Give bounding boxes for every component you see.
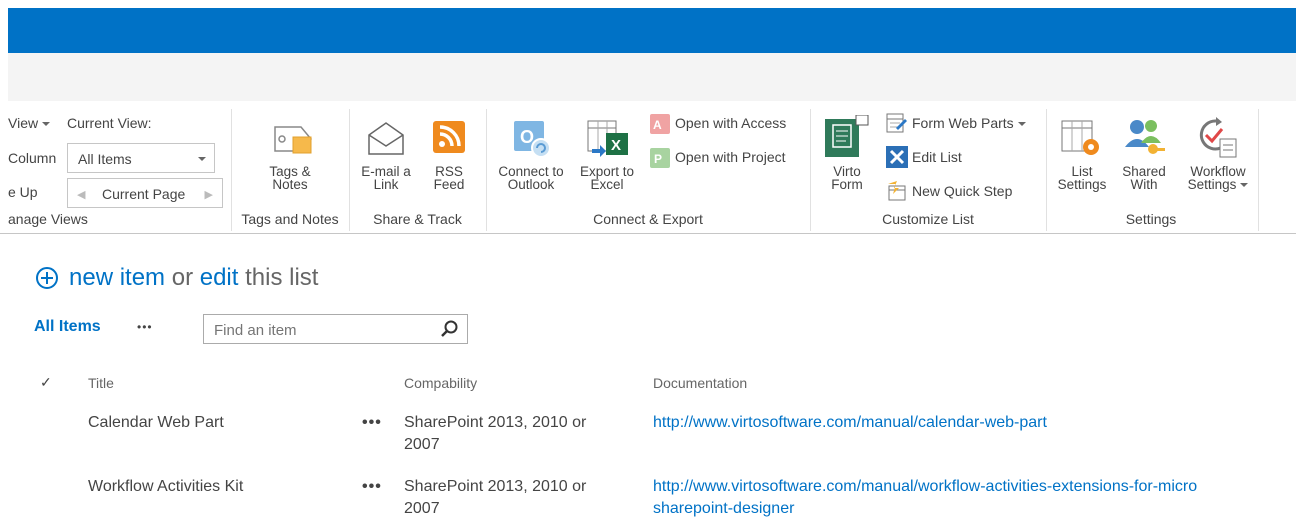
tags-notes-button[interactable]: Tags & Notes [258,165,322,192]
current-view-label: Current View: [67,115,152,131]
rss-icon [433,121,465,158]
form-web-parts-menu[interactable]: Form Web Parts [912,116,1026,131]
add-icon[interactable] [35,266,59,295]
select-all-checkmark-icon[interactable]: ✓ [40,374,52,391]
row-2-documentation-link[interactable]: http://www.virtosoftware.com/manual/work… [653,476,1296,520]
edit-list-icon [886,146,908,173]
next-page-icon[interactable]: ▶ [205,188,213,201]
project-icon: P [650,148,670,173]
group-label-tags: Tags and Notes [241,211,339,227]
view-format-menu[interactable]: View [8,116,51,131]
workflow-settings-icon [1196,117,1240,164]
form-web-parts-icon [886,112,908,139]
row-1-documentation-link[interactable]: http://www.virtosoftware.com/manual/cale… [653,412,1047,434]
suite-bar [0,0,1296,53]
new-item-link[interactable]: new item [69,264,165,291]
column-button[interactable]: Column [8,151,56,166]
search-box[interactable] [203,314,468,344]
rss-feed-button[interactable]: RSS Feed [428,165,470,192]
list-settings-button[interactable]: List Settings [1054,165,1110,192]
virto-form-icon [824,114,870,166]
export-excel-button[interactable]: Export to Excel [572,165,642,192]
search-input[interactable] [212,319,436,341]
ribbon: View Current View: Column All Items e Up… [0,101,1296,234]
outlook-icon: O [510,117,552,164]
group-label-manage-views: anage Views [8,211,88,227]
open-with-access-button[interactable]: Open with Access [675,116,786,131]
column-header-documentation[interactable]: Documentation [653,375,747,391]
current-view-dropdown[interactable]: All Items [67,143,215,173]
workflow-settings-menu[interactable]: Workflow Settings [1180,165,1256,191]
email-link-button[interactable]: E-mail a Link [352,165,420,192]
view-all-items-tab[interactable]: All Items [34,318,101,336]
search-icon[interactable] [441,320,459,343]
row-2-title[interactable]: Workflow Activities Kit [88,476,243,498]
navigate-up-button[interactable]: e Up [8,185,38,200]
email-icon [366,121,406,162]
open-with-project-button[interactable]: Open with Project [675,150,786,165]
new-quick-step-button[interactable]: New Quick Step [912,184,1012,199]
excel-icon: X [586,119,632,164]
more-views-button[interactable]: ••• [137,320,153,334]
quick-step-icon [886,180,908,207]
svg-text:A: A [653,118,662,132]
column-header-title[interactable]: Title [88,375,114,391]
row-1-title[interactable]: Calendar Web Part [88,412,224,434]
tag-icon [271,121,315,162]
list-settings-icon [1060,119,1104,164]
column-header-compability[interactable]: Compability [404,375,477,391]
current-page-pager[interactable]: ◀ Current Page ▶ [67,178,223,208]
row-1-compability: SharePoint 2013, 2010 or 2007 [404,414,587,453]
edit-list-link[interactable]: edit [200,264,239,291]
group-label-customize: Customize List [882,211,974,227]
connect-outlook-button[interactable]: Connect to Outlook [490,165,572,192]
row-2-open-menu-button[interactable]: ••• [362,478,382,496]
new-item-heading: new item or edit this list [69,264,319,291]
virto-form-button[interactable]: Virto Form [822,165,872,192]
chevron-down-icon [1017,122,1026,127]
group-label-settings: Settings [1125,211,1177,227]
chevron-down-icon [198,157,206,161]
access-icon: A [650,114,670,139]
previous-page-icon[interactable]: ◀ [77,188,85,201]
group-label-share: Share & Track [373,211,462,227]
svg-text:X: X [611,137,621,154]
shared-with-icon [1123,117,1167,164]
ribbon-tab-band [8,53,1296,101]
chevron-down-icon [1240,183,1249,188]
group-label-connect: Connect & Export [593,211,703,227]
shared-with-button[interactable]: Shared With [1116,165,1172,192]
list-view: new item or edit this list All Items •••… [0,234,1296,520]
svg-text:P: P [654,152,662,166]
row-2-compability: SharePoint 2013, 2010 or 2007 [404,478,587,517]
row-1-open-menu-button[interactable]: ••• [362,414,382,432]
edit-list-button[interactable]: Edit List [912,150,962,165]
